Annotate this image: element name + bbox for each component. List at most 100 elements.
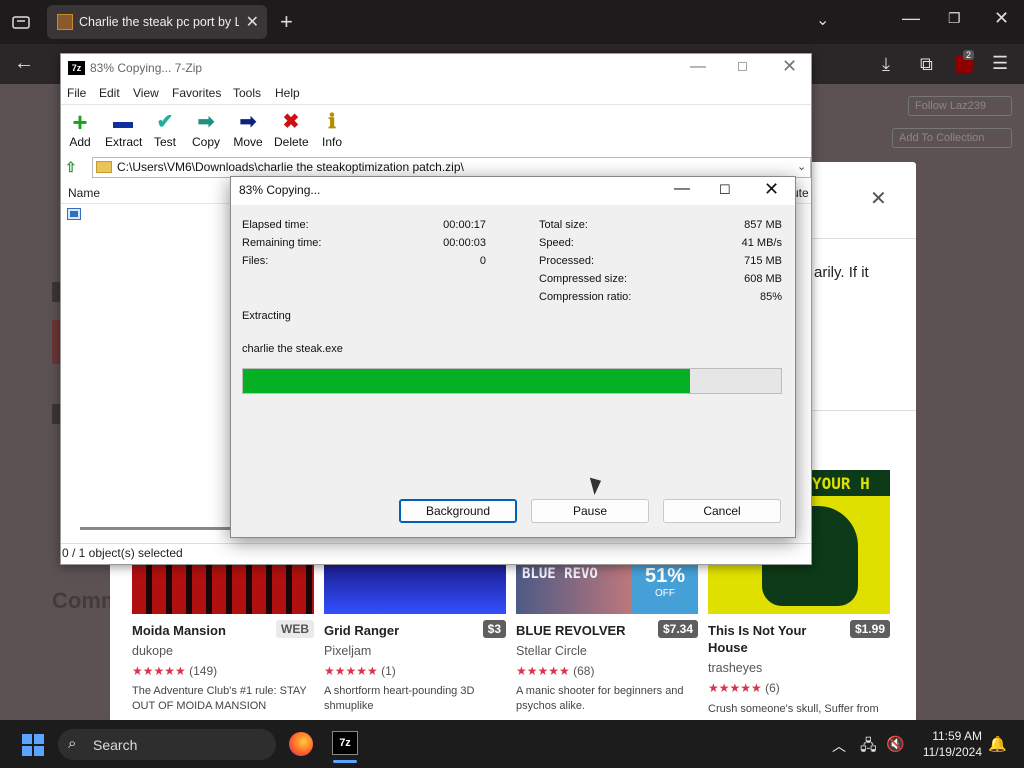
back-arrow-icon[interactable]: ← <box>14 52 34 75</box>
game-title[interactable]: BLUE REVOLVER <box>516 622 656 639</box>
horizontal-scrollbar[interactable] <box>80 527 240 530</box>
game-author[interactable]: trasheyes <box>708 661 762 675</box>
price-badge: $3 <box>482 620 506 638</box>
price-badge: $1.99 <box>849 620 890 638</box>
compressed-size-label: Compressed size: <box>539 273 628 285</box>
rating-stars-icon: ★★★★★ <box>708 681 762 695</box>
file-icon[interactable] <box>67 208 81 220</box>
modal-body-text: arily. If it <box>814 264 869 281</box>
rating-stars-icon: ★★★★★ <box>324 664 378 678</box>
current-file-label: charlie the steak.exe <box>242 343 343 355</box>
game-author[interactable]: Pixeljam <box>324 644 371 658</box>
speed-label: Speed: <box>539 237 574 249</box>
rating-count: (1) <box>381 664 396 678</box>
info-button[interactable]: ℹ Info <box>321 111 343 149</box>
progress-bar <box>242 368 782 394</box>
menu-tools[interactable]: Tools <box>233 86 261 100</box>
add-button[interactable]: + Add <box>68 107 92 149</box>
menu-file[interactable]: File <box>67 86 86 100</box>
tab-list-icon[interactable] <box>8 10 34 34</box>
column-name-header[interactable]: Name <box>68 186 100 200</box>
download-icon[interactable]: ⤓ <box>882 54 890 75</box>
address-path[interactable]: C:\Users\VM6\Downloads\charlie the steak… <box>117 160 464 174</box>
delete-button[interactable]: ✖ Delete <box>274 111 309 149</box>
add-to-collection-button[interactable]: Add To Collection <box>892 128 1012 148</box>
clock-time[interactable]: 11:59 AM <box>930 729 982 743</box>
game-author[interactable]: dukope <box>132 644 173 658</box>
dialog-title: 83% Copying... <box>239 183 321 197</box>
compression-ratio-value: 85% <box>759 291 782 303</box>
window-close-icon[interactable]: ✕ <box>994 8 1009 29</box>
game-title[interactable]: Grid Ranger <box>324 622 464 639</box>
rating-count: (149) <box>189 664 218 678</box>
7zip-toolbar: + Add ▬ Extract ✔ Test ➡ Copy ➡ Move ✖ D… <box>61 104 811 154</box>
follow-button[interactable]: Follow Laz239 <box>908 96 1012 116</box>
copy-button[interactable]: ➡ Copy <box>192 111 220 149</box>
7zip-taskbar-icon[interactable]: 7z <box>332 731 358 755</box>
selection-status: 0 / 1 object(s) selected <box>62 546 183 560</box>
info-icon: ℹ <box>328 111 336 133</box>
clock-date[interactable]: 11/19/2024 <box>918 745 982 759</box>
windows-start-icon[interactable] <box>22 734 44 756</box>
copy-label: Copy <box>192 135 221 149</box>
total-size-value: 857 MB <box>744 219 782 231</box>
notification-bell-icon[interactable]: 🔔 <box>988 735 1007 753</box>
folder-up-icon[interactable]: ⇧ <box>65 159 77 176</box>
new-tab-button[interactable]: + <box>280 9 293 35</box>
speed-value: 41 MB/s <box>741 237 782 249</box>
move-button[interactable]: ➡ Move <box>233 111 263 149</box>
thumbnail-art-text: BLUE REVO <box>522 566 598 582</box>
taskbar-search-box[interactable] <box>58 729 276 760</box>
browser-tab[interactable]: Charlie the steak pc port by Laz ✕ <box>47 5 267 39</box>
pause-button[interactable]: Pause <box>531 499 649 523</box>
address-dropdown-icon[interactable]: ⌄ <box>797 160 806 173</box>
background-button[interactable]: Background <box>399 499 517 523</box>
window-minimize-icon[interactable]: — <box>902 8 920 29</box>
copy-icon: ➡ <box>197 111 215 133</box>
menu-help[interactable]: Help <box>275 86 300 100</box>
add-icon: + <box>72 107 88 137</box>
menu-view[interactable]: View <box>133 86 159 100</box>
elapsed-time-value: 00:00:17 <box>443 219 486 231</box>
test-icon: ✔ <box>156 111 174 133</box>
menu-favorites[interactable]: Favorites <box>172 86 221 100</box>
dialog-minimize-icon[interactable]: — <box>674 180 690 198</box>
7zip-maximize-icon[interactable]: ☐ <box>737 60 748 74</box>
dialog-maximize-icon[interactable]: ☐ <box>719 182 731 198</box>
game-description: The Adventure Club's #1 rule: STAY OUT O… <box>132 685 307 712</box>
delete-label: Delete <box>274 135 309 149</box>
price-badge: WEB <box>276 620 314 638</box>
menu-edit[interactable]: Edit <box>99 86 120 100</box>
tray-chevron-up-icon[interactable]: ︿ <box>832 736 846 756</box>
dialog-close-icon[interactable]: ✕ <box>764 179 779 200</box>
tab-close-icon[interactable]: ✕ <box>246 12 259 32</box>
game-title[interactable]: This Is Not Your House <box>708 622 848 656</box>
firefox-icon[interactable] <box>289 732 313 756</box>
compressed-size-value: 608 MB <box>744 273 782 285</box>
game-author[interactable]: Stellar Circle <box>516 644 587 658</box>
7zip-close-icon[interactable]: ✕ <box>782 56 797 77</box>
extensions-icon[interactable]: ⧉ <box>920 54 933 75</box>
move-icon: ➡ <box>239 111 257 133</box>
hamburger-menu-icon[interactable]: ☰ <box>992 53 1008 74</box>
game-thumbnail[interactable]: BLUE REVO 51% OFF <box>516 562 698 614</box>
window-restore-icon[interactable]: ❐ <box>948 10 961 27</box>
chevron-down-icon[interactable]: ⌄ <box>816 10 829 30</box>
game-title[interactable]: Moida Mansion <box>132 622 272 639</box>
test-button[interactable]: ✔ Test <box>153 111 177 149</box>
sale-off-label: OFF <box>655 588 675 599</box>
processed-label: Processed: <box>539 255 595 267</box>
game-thumbnail[interactable] <box>324 562 506 614</box>
extract-button[interactable]: ▬ Extract <box>105 111 142 149</box>
volume-muted-icon[interactable]: 🔇 <box>886 735 905 753</box>
game-thumbnail[interactable] <box>132 562 314 614</box>
modal-close-icon[interactable]: ✕ <box>870 186 887 211</box>
add-label: Add <box>69 135 91 149</box>
processed-value: 715 MB <box>744 255 782 267</box>
7zip-minimize-icon[interactable]: — <box>690 58 706 76</box>
network-icon[interactable]: 🖧 <box>860 735 877 760</box>
cancel-button[interactable]: Cancel <box>663 499 781 523</box>
delete-icon: ✖ <box>282 111 300 133</box>
compression-ratio-label: Compression ratio: <box>539 291 632 303</box>
game-description: A shortform heart-pounding 3D shmuplike <box>324 685 475 712</box>
